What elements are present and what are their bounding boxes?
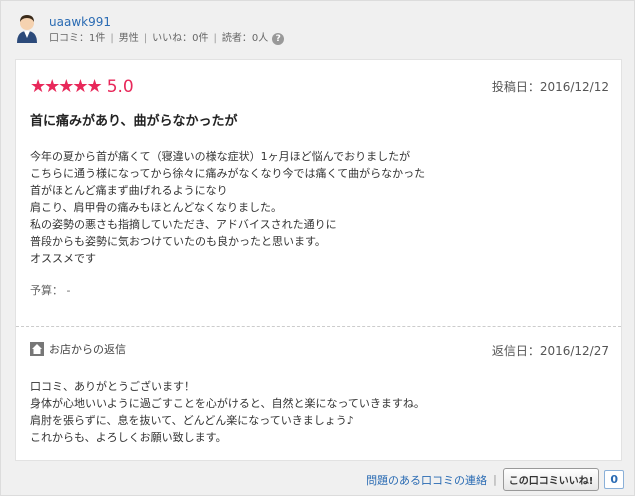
reply-line: 口コミ、ありがとうございます！: [30, 380, 195, 393]
reply-line: 身体が心地いいように過ごすことを心がけると、自然と楽になっていきますね。: [30, 397, 425, 410]
review-panel: uaawk991 口コミ：1件 | 男性 | いいね：0件 | 読者：0人 ? …: [0, 0, 635, 496]
review-count: 口コミ：1件: [49, 33, 106, 44]
star-rating-icon: ★★★★★: [30, 76, 103, 97]
review-line: 肩こり、肩甲骨の痛みもほとんどなくなりました。: [30, 201, 283, 214]
review-line: 首がほとんど痛まず曲げれるようになり: [30, 184, 228, 197]
review-line: 普段からも姿勢に気おつけていたのも良かったと思います。: [30, 235, 326, 248]
rating-row: ★★★★★ 5.0: [30, 76, 134, 97]
review-title: 首に痛みがあり、曲がらなかったが: [30, 114, 238, 129]
budget-label: 予算：: [30, 284, 63, 297]
rating-value: 5.0: [106, 76, 134, 97]
reply-label: お店からの返信: [49, 343, 126, 356]
review-footer: 問題のある口コミの連絡 | この口コミいいね! 0: [366, 468, 624, 491]
reviewer-name-link[interactable]: uaawk991: [49, 15, 111, 29]
separator: |: [143, 33, 148, 44]
reply-header: お店からの返信: [30, 341, 126, 357]
reply-line: 肩肘を張らずに、息を抜いて、どんどん楽になっていきましょう♪: [30, 414, 354, 427]
post-date: 投稿日：2016/12/12: [491, 80, 609, 94]
reply-body: 口コミ、ありがとうございます！ 身体が心地いいように過ごすことを心がけると、自然…: [30, 378, 425, 446]
divider: [16, 326, 621, 327]
reviewer-stats: 口コミ：1件 | 男性 | いいね：0件 | 読者：0人 ?: [49, 33, 285, 46]
separator: |: [493, 473, 497, 486]
review-line: オススメです: [30, 252, 96, 265]
avatar-icon[interactable]: [13, 11, 41, 43]
reader-count: 読者：0人: [221, 33, 269, 44]
budget-value: -: [66, 284, 71, 297]
separator: |: [110, 33, 114, 44]
report-review-link[interactable]: 問題のある口コミの連絡: [366, 472, 487, 488]
reply-date: 返信日：2016/12/27: [491, 344, 609, 358]
house-icon: [30, 342, 44, 356]
separator: |: [213, 33, 217, 44]
review-card: ★★★★★ 5.0 投稿日：2016/12/12 首に痛みがあり、曲がらなかった…: [15, 59, 622, 461]
review-body: 今年の夏から首が痛くて（寝違いの様な症状）1ヶ月ほど悩んでおりましたが こちらに…: [30, 148, 425, 267]
like-total: いいね：0件: [152, 33, 209, 44]
budget: 予算： -: [30, 282, 70, 298]
review-line: 私の姿勢の悪さも指摘していただき、アドバイスされた通りに: [30, 218, 337, 231]
gender: 男性: [118, 33, 139, 44]
review-line: こちらに通う様になってから徐々に痛みがなくなり今では痛くて曲がらなかった: [30, 167, 426, 180]
help-icon[interactable]: ?: [272, 33, 285, 46]
reviewer-header: uaawk991 口コミ：1件 | 男性 | いいね：0件 | 読者：0人 ?: [13, 11, 285, 47]
review-line: 今年の夏から首が痛くて（寝違いの様な症状）1ヶ月ほど悩んでおりましたが: [30, 150, 411, 163]
like-review-button[interactable]: この口コミいいね!: [502, 468, 600, 491]
like-count-badge: 0: [604, 470, 624, 489]
reply-line: これからも、よろしくお願い致します。: [30, 431, 227, 444]
